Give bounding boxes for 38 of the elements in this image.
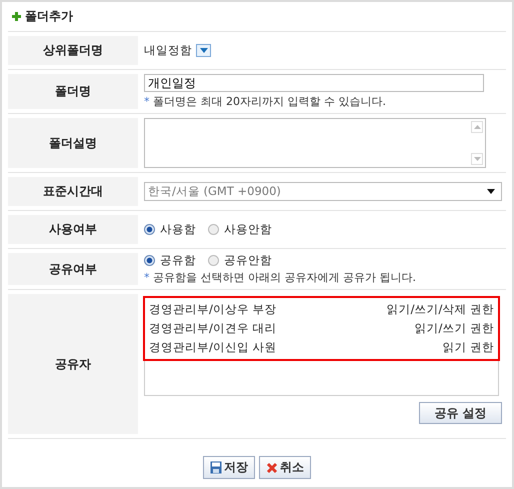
plus-icon: [12, 12, 21, 21]
asterisk-mark: *: [144, 95, 150, 108]
radio-option[interactable]: 공유함: [144, 253, 196, 268]
dialog-title: 폴더추가: [25, 8, 73, 25]
hint-text: 공유함을 선택하면 아래의 공유자에게 공유가 됩니다.: [153, 271, 416, 284]
radio-option[interactable]: 사용함: [144, 222, 196, 237]
sharer-name: 경영관리부/이상우 부장: [149, 301, 277, 318]
scroll-up-button[interactable]: [471, 121, 483, 133]
dropdown-button[interactable]: [196, 44, 211, 57]
field-value: 내일정함: [144, 43, 192, 58]
permission-text: 읽기/쓰기 권한: [414, 320, 494, 337]
timezone-select[interactable]: 한국/서울 (GMT +0900): [144, 182, 502, 201]
sharer-name: 경영관리부/이신입 사원: [149, 339, 277, 356]
up-arrow-icon: [474, 125, 480, 129]
share-settings-button[interactable]: 공유 설정: [419, 402, 502, 424]
radio-option[interactable]: 공유안함: [208, 253, 272, 268]
field-label: 폴더명: [8, 74, 138, 109]
field-label: 폴더설명: [8, 118, 138, 168]
input-field[interactable]: 개인일정: [144, 74, 484, 92]
sharer-name: 경영관리부/이견우 대리: [149, 320, 277, 337]
scroll-down-button[interactable]: [471, 153, 483, 165]
save-button[interactable]: 저장: [203, 456, 255, 479]
radio-option[interactable]: 사용안함: [208, 222, 272, 237]
caret-icon: [200, 48, 208, 53]
x-icon: [266, 462, 278, 474]
permission-text: 읽기 권한: [442, 339, 494, 356]
field-label: 공유자: [8, 294, 138, 434]
hint-text: 폴더명은 최대 20자리까지 입력할 수 있습니다.: [153, 95, 386, 108]
caret-icon: [487, 189, 495, 194]
field-label: 표준시간대: [8, 177, 138, 206]
field-label: 공유여부: [8, 253, 138, 285]
text-area[interactable]: [144, 118, 486, 168]
asterisk-mark: *: [144, 271, 150, 284]
cancel-button[interactable]: 취소: [259, 456, 311, 479]
field-label: 사용여부: [8, 215, 138, 244]
permission-text: 읽기/쓰기/삭제 권한: [386, 301, 494, 318]
field-label: 상위폴더명: [8, 36, 138, 65]
down-arrow-icon: [474, 157, 480, 161]
